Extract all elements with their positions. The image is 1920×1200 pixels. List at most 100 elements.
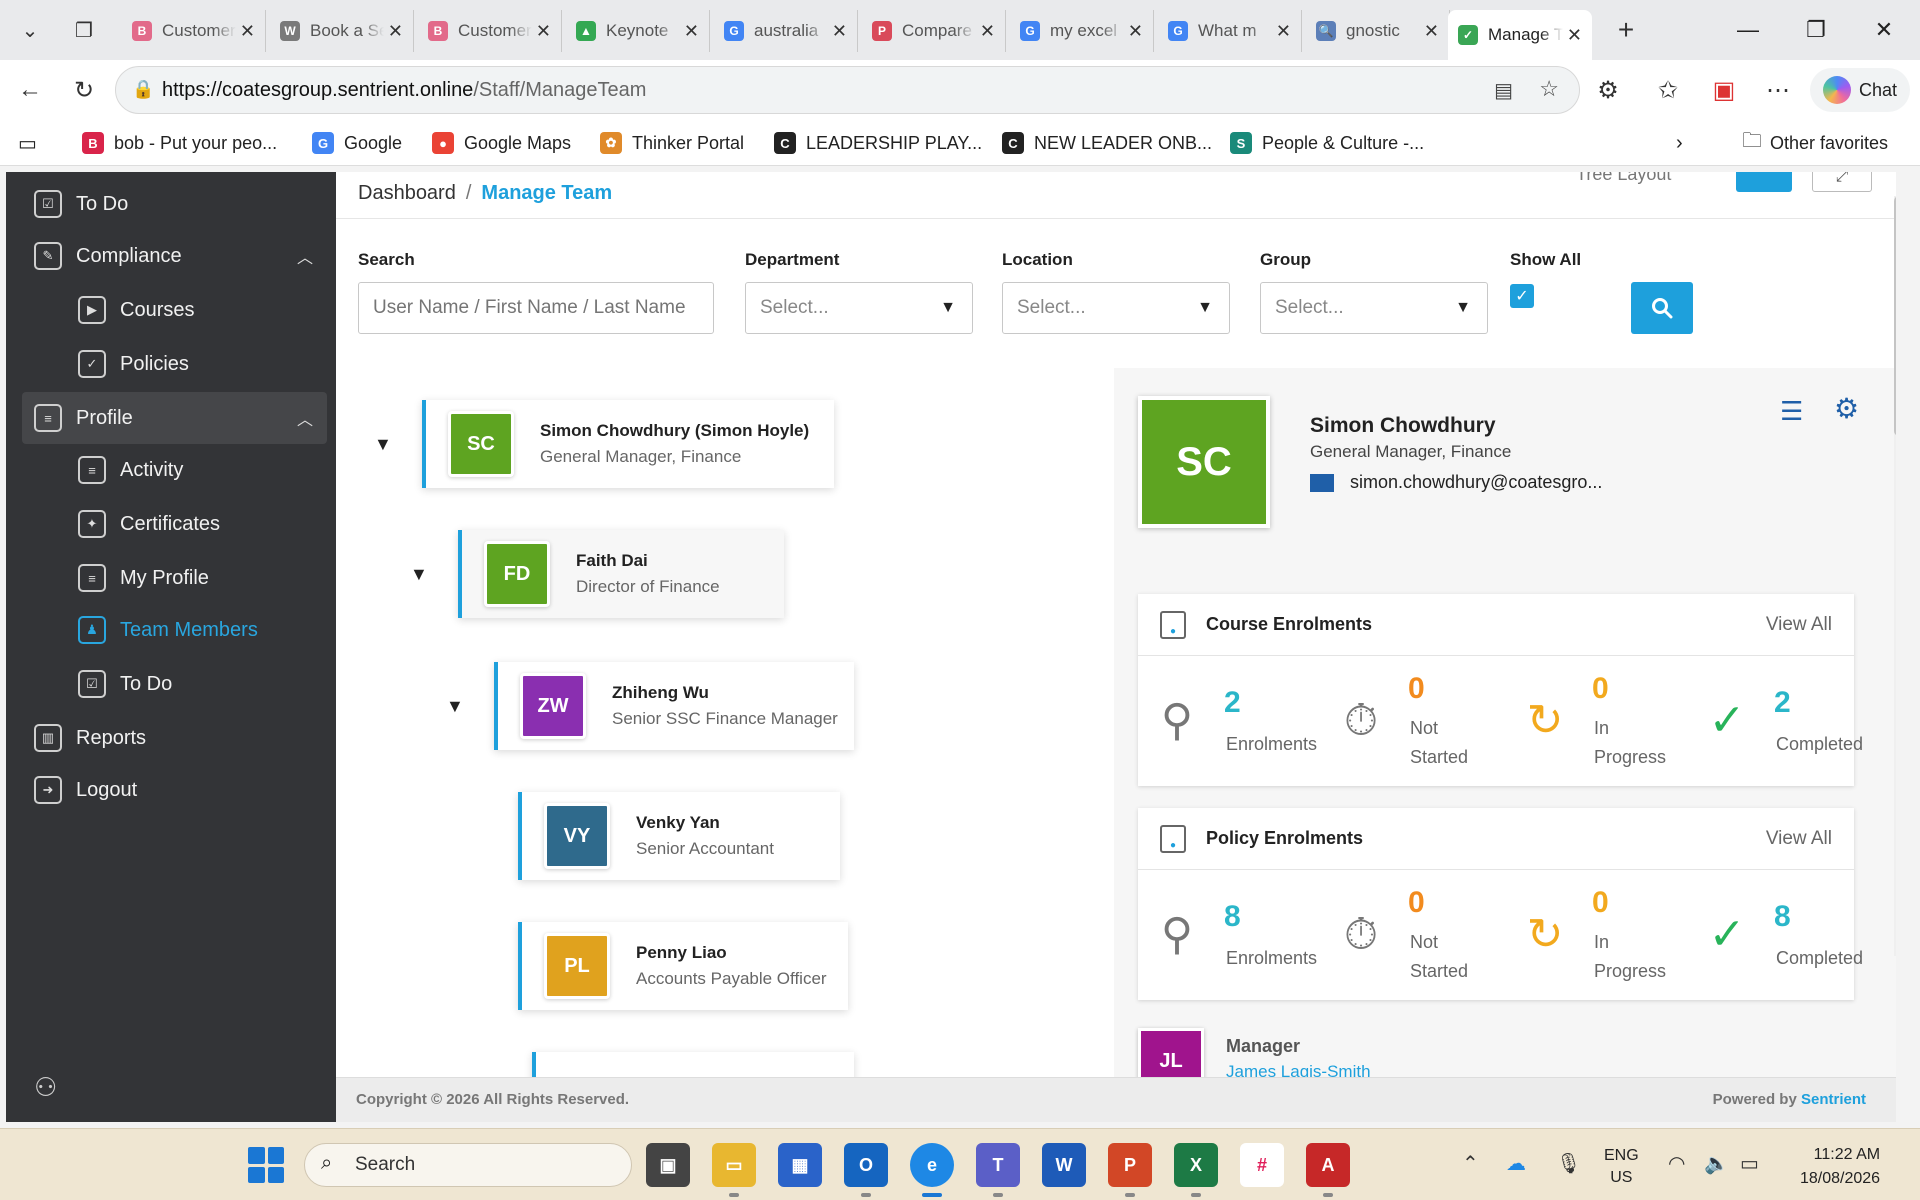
sidebar-toggle-icon[interactable]: ▭ xyxy=(18,130,37,156)
breadcrumb-dashboard[interactable]: Dashboard xyxy=(358,182,456,204)
favorite-item[interactable]: C LEADERSHIP PLAY... xyxy=(774,130,982,156)
sidebar-item-policies[interactable]: ✓ Policies xyxy=(22,338,327,390)
refresh-icon[interactable]: ↻ xyxy=(64,70,104,110)
favorite-item[interactable]: Bbob - Put your peo... xyxy=(82,130,277,156)
tree-collapse-caret-icon[interactable]: ▼ xyxy=(410,564,428,585)
tree-collapse-caret-icon[interactable]: ▼ xyxy=(374,434,392,455)
close-tab-icon[interactable]: ✕ xyxy=(388,21,403,42)
sidebar-item-logout[interactable]: ➜ Logout xyxy=(22,764,327,816)
close-tab-icon[interactable]: ✕ xyxy=(1567,25,1582,46)
expand-icon[interactable]: ⤢ xyxy=(1812,172,1872,192)
sidebar-item-compliance[interactable]: ✎ Compliance ︿ xyxy=(22,230,327,282)
word-icon[interactable]: W xyxy=(1042,1143,1086,1187)
favorite-star-icon[interactable]: ☆ xyxy=(1539,76,1559,102)
sidebar-item-certificates[interactable]: ✦ Certificates xyxy=(22,498,327,550)
tab-actions-chevron-icon[interactable]: ⌄ xyxy=(8,10,52,50)
more-options-icon[interactable]: ⋯ xyxy=(1758,70,1798,110)
group-select[interactable]: Select... ▼ xyxy=(1260,282,1488,334)
close-tab-icon[interactable]: ✕ xyxy=(832,21,847,42)
location-select[interactable]: Select... ▼ xyxy=(1002,282,1230,334)
sidebar-item-team-members[interactable]: ♟ Team Members xyxy=(22,604,327,656)
close-window-icon[interactable]: ✕ xyxy=(1854,10,1914,50)
acrobat-icon[interactable]: A xyxy=(1306,1143,1350,1187)
browser-tab[interactable]: Gaustralia ✕ xyxy=(714,10,858,52)
favorites-overflow-chevron-icon[interactable]: › xyxy=(1676,130,1683,156)
browser-tab[interactable]: B Customer ✕ xyxy=(122,10,266,52)
windows-start-icon[interactable] xyxy=(248,1147,284,1183)
tree-collapse-caret-icon[interactable]: ▼ xyxy=(446,696,464,717)
minimize-icon[interactable]: — xyxy=(1718,10,1778,50)
close-tab-icon[interactable]: ✕ xyxy=(1276,21,1291,42)
page-scrollbar[interactable] xyxy=(1894,196,1896,956)
url-input[interactable]: 🔒 https://coatesgroup.sentrient.online/S… xyxy=(115,66,1580,114)
close-tab-icon[interactable]: ✕ xyxy=(980,21,995,42)
sidebar-item-profile[interactable]: ≡ Profile ︿ xyxy=(22,392,327,444)
file-explorer-icon[interactable]: ▭ xyxy=(712,1143,756,1187)
browser-tab[interactable]: ▲ Keynote ✕ xyxy=(566,10,710,52)
microphone-icon[interactable]: 🎙 xyxy=(1556,1151,1581,1176)
show-all-checkbox[interactable]: ✓ xyxy=(1510,284,1534,308)
task-view-icon[interactable]: ▣ xyxy=(646,1143,690,1187)
favorite-item[interactable]: G Google xyxy=(312,130,402,156)
store-icon[interactable]: ▦ xyxy=(778,1143,822,1187)
close-tab-icon[interactable]: ✕ xyxy=(1128,21,1143,42)
sidebar-item-reports[interactable]: ▥ Reports xyxy=(22,712,327,764)
reader-mode-icon[interactable]: ▤ xyxy=(1494,78,1513,103)
browser-tab[interactable]: B Customer ✕ xyxy=(418,10,562,52)
chevron-up-icon[interactable]: ︿ xyxy=(297,244,313,268)
browser-tab[interactable]: W Book a Service✕ xyxy=(270,10,414,52)
favorites-icon[interactable]: ✩ xyxy=(1648,70,1688,110)
favorite-item[interactable]: ✿ Thinker Portal xyxy=(600,130,744,156)
browser-tab[interactable]: ✓ Manage Team✕ xyxy=(1448,10,1592,60)
clock[interactable]: 11:22 AM 18/08/2026 xyxy=(1800,1143,1880,1191)
sidebar-item-courses[interactable]: ▶ Courses xyxy=(22,284,327,336)
taskbar-search[interactable]: ⌕ Search xyxy=(304,1143,632,1187)
copilot-chat-button[interactable]: Chat xyxy=(1810,68,1910,112)
policy-stat-in-progress[interactable]: ↻ 0 In Progress xyxy=(1506,870,1676,1000)
collections-icon[interactable]: ▣ xyxy=(1704,70,1744,110)
favorite-item[interactable]: C NEW LEADER ONB... xyxy=(1002,130,1212,156)
battery-icon[interactable]: ▭ xyxy=(1740,1151,1759,1176)
gear-icon[interactable]: ⚙ xyxy=(1834,392,1859,425)
new-tab-button[interactable]: + xyxy=(1604,10,1648,50)
course-view-all-link[interactable]: View All xyxy=(1766,614,1832,636)
close-tab-icon[interactable]: ✕ xyxy=(684,21,699,42)
favorite-item[interactable]: S People & Culture -... xyxy=(1230,130,1424,156)
restore-icon[interactable]: ❐ xyxy=(1786,10,1846,50)
teams-icon[interactable]: T xyxy=(976,1143,1020,1187)
list-view-icon[interactable]: ☰ xyxy=(1780,396,1803,427)
policy-stat-enrolments[interactable]: ⚲ 8 Enrolments xyxy=(1138,870,1317,1000)
sidebar-item-to-do[interactable]: ☑ To Do xyxy=(22,658,327,710)
team-member-card[interactable]: ZW Zhiheng Wu Senior SSC Finance Manager xyxy=(494,662,854,750)
team-member-card[interactable]: FD Faith Dai Director of Finance xyxy=(458,530,784,618)
powered-brand-link[interactable]: Sentrient xyxy=(1801,1091,1866,1108)
team-members-footer-icon[interactable]: ⚇ xyxy=(34,1072,57,1103)
lock-icon[interactable]: 🔒 xyxy=(132,79,154,100)
department-select[interactable]: Select... ▼ xyxy=(745,282,973,334)
close-tab-icon[interactable]: ✕ xyxy=(1424,21,1439,42)
excel-icon[interactable]: X xyxy=(1174,1143,1218,1187)
team-member-card[interactable]: VY Venky Yan Senior Accountant xyxy=(518,792,840,880)
search-input[interactable] xyxy=(358,282,714,334)
policy-stat-completed[interactable]: ✓ 8 Completed xyxy=(1688,870,1863,1000)
chevron-up-icon[interactable]: ︿ xyxy=(297,406,313,430)
wifi-icon[interactable]: ◠ xyxy=(1668,1151,1685,1176)
sidebar-item-my-profile[interactable]: ≡ My Profile xyxy=(22,552,327,604)
search-button[interactable] xyxy=(1631,282,1693,334)
language-indicator[interactable]: ENG US xyxy=(1604,1145,1639,1189)
scrollbar-thumb[interactable] xyxy=(1894,196,1896,436)
close-tab-icon[interactable]: ✕ xyxy=(536,21,551,42)
favorite-item[interactable]: ● Google Maps xyxy=(432,130,571,156)
layout-primary-button[interactable] xyxy=(1736,172,1792,192)
policy-stat-not-started[interactable]: ⏱ 0 Not Started xyxy=(1322,870,1492,1000)
team-member-card[interactable]: PL Penny Liao Accounts Payable Officer xyxy=(518,922,848,1010)
browser-tab[interactable]: P Compare ✕ xyxy=(862,10,1006,52)
policy-view-all-link[interactable]: View All xyxy=(1766,828,1832,850)
edge-icon[interactable]: e xyxy=(910,1143,954,1187)
course-stat-not-started[interactable]: ⏱ 0 Not Started xyxy=(1322,656,1492,786)
browser-tab[interactable]: 🔍 gnostic ✕ xyxy=(1306,10,1450,52)
detail-email[interactable]: simon.chowdhury@coatesgro... xyxy=(1310,472,1602,493)
close-tab-icon[interactable]: ✕ xyxy=(240,21,255,42)
back-icon[interactable]: ← xyxy=(10,70,50,110)
extensions-icon[interactable]: ⚙ xyxy=(1588,70,1628,110)
